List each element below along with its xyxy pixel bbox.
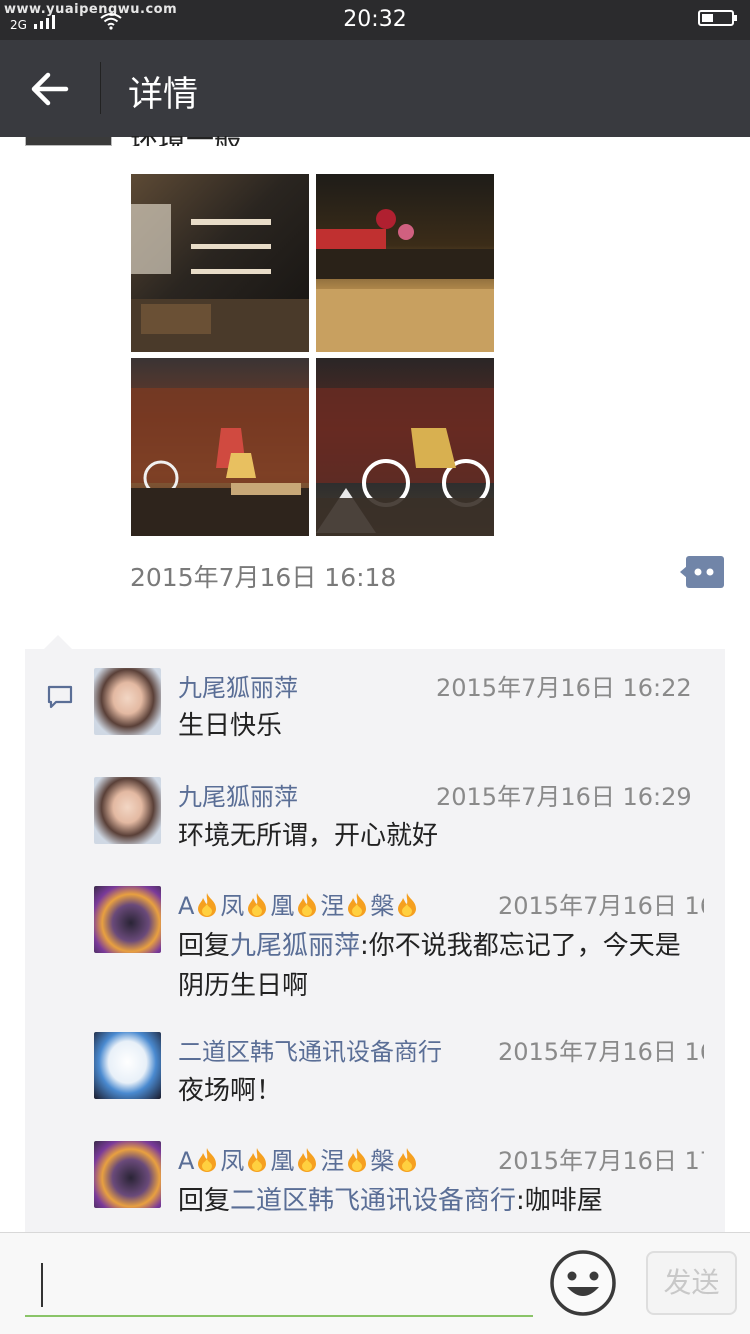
- author-name-part: 槃: [370, 892, 395, 920]
- arrow-left-icon: [31, 72, 69, 106]
- clock: 20:32: [343, 7, 407, 32]
- comment-time: 2015年7月16日 16: [498, 892, 704, 920]
- battery-icon: [698, 10, 737, 26]
- comment-author[interactable]: A凤凰涅槃: [178, 1141, 420, 1176]
- comment-text[interactable]: 生日快乐: [178, 706, 282, 746]
- page-title: 详情: [128, 75, 199, 115]
- avatar[interactable]: [94, 1032, 161, 1099]
- author-name-part: 凰: [270, 1147, 295, 1175]
- comment-icon: [47, 685, 73, 709]
- title-bar: 详情: [0, 40, 750, 137]
- avatar[interactable]: [94, 668, 161, 735]
- author-name-part: 凤: [220, 892, 245, 920]
- panel-notch: [44, 635, 72, 649]
- fire-icon: [248, 893, 267, 917]
- fire-icon: [298, 893, 317, 917]
- photo-content: [316, 388, 494, 536]
- status-bar: www.yuaipengwu.com 2G 20:32: [0, 0, 750, 40]
- comment-input-bar: 发送: [0, 1232, 750, 1334]
- comment-time: 2015年7月16日 16: [498, 1038, 704, 1066]
- comment-text[interactable]: 环境无所谓，开心就好: [178, 816, 438, 856]
- fire-icon: [298, 1148, 317, 1172]
- photo-content: [316, 209, 494, 352]
- fire-icon: [248, 1148, 267, 1172]
- avatar[interactable]: [94, 886, 161, 953]
- comment-author[interactable]: 二道区韩飞通讯设备商行: [178, 1032, 442, 1067]
- fire-icon: [198, 1148, 217, 1172]
- poster-avatar[interactable]: [25, 137, 112, 146]
- comment-author[interactable]: A凤凰涅槃: [178, 886, 420, 921]
- smiley-icon: [550, 1250, 616, 1316]
- post-photo-1[interactable]: [131, 174, 309, 352]
- reply-label: 回复: [178, 1186, 231, 1216]
- comment-text[interactable]: 回复二道区韩飞通讯设备商行:咖啡屋: [178, 1181, 688, 1221]
- comment-author[interactable]: 九尾狐丽萍: [178, 777, 298, 812]
- text-caret: [41, 1263, 43, 1307]
- author-name-part: 凰: [270, 892, 295, 920]
- more-actions-button[interactable]: [680, 556, 724, 588]
- reply-to-name[interactable]: 二道区韩飞通讯设备商行: [230, 1186, 516, 1216]
- author-name-part: A: [178, 892, 195, 920]
- comment-text[interactable]: 回复九尾狐丽萍:你不说我都忘记了，今天是阴历生日啊: [178, 926, 688, 1006]
- emoji-button[interactable]: [549, 1249, 617, 1317]
- author-name-part: A: [178, 1147, 195, 1175]
- comment-time: 2015年7月16日 16:29: [436, 783, 692, 811]
- reply-label: 回复: [178, 931, 231, 961]
- comment-time: 2015年7月16日 16:22: [436, 674, 692, 702]
- photo-content: [131, 204, 309, 352]
- author-name-part: 涅: [320, 1147, 345, 1175]
- title-divider: [100, 62, 101, 114]
- back-button[interactable]: [26, 68, 76, 110]
- post-photo-2[interactable]: [316, 174, 494, 352]
- comment-author[interactable]: 九尾狐丽萍: [178, 668, 298, 703]
- more-icon: [680, 556, 724, 588]
- comment-text[interactable]: 夜场啊！: [178, 1071, 282, 1111]
- post-timestamp: 2015年7月16日 16:18: [130, 563, 397, 592]
- fire-icon: [398, 893, 417, 917]
- reply-to-name[interactable]: 九尾狐丽萍: [230, 931, 360, 961]
- photo-content: [131, 388, 309, 536]
- fire-icon: [348, 1148, 367, 1172]
- avatar[interactable]: [94, 1141, 161, 1208]
- reply-body: :咖啡屋: [516, 1186, 603, 1216]
- fire-icon: [398, 1148, 417, 1172]
- fire-icon: [198, 893, 217, 917]
- fire-icon: [348, 893, 367, 917]
- avatar[interactable]: [94, 777, 161, 844]
- send-button[interactable]: 发送: [646, 1251, 737, 1315]
- author-name-part: 涅: [320, 892, 345, 920]
- author-name-part: 凤: [220, 1147, 245, 1175]
- comment-input[interactable]: [25, 1253, 533, 1317]
- comment-time: 2015年7月16日 17: [498, 1147, 704, 1175]
- post-photo-4[interactable]: [316, 358, 494, 536]
- author-name-part: 槃: [370, 1147, 395, 1175]
- post-photo-3[interactable]: [131, 358, 309, 536]
